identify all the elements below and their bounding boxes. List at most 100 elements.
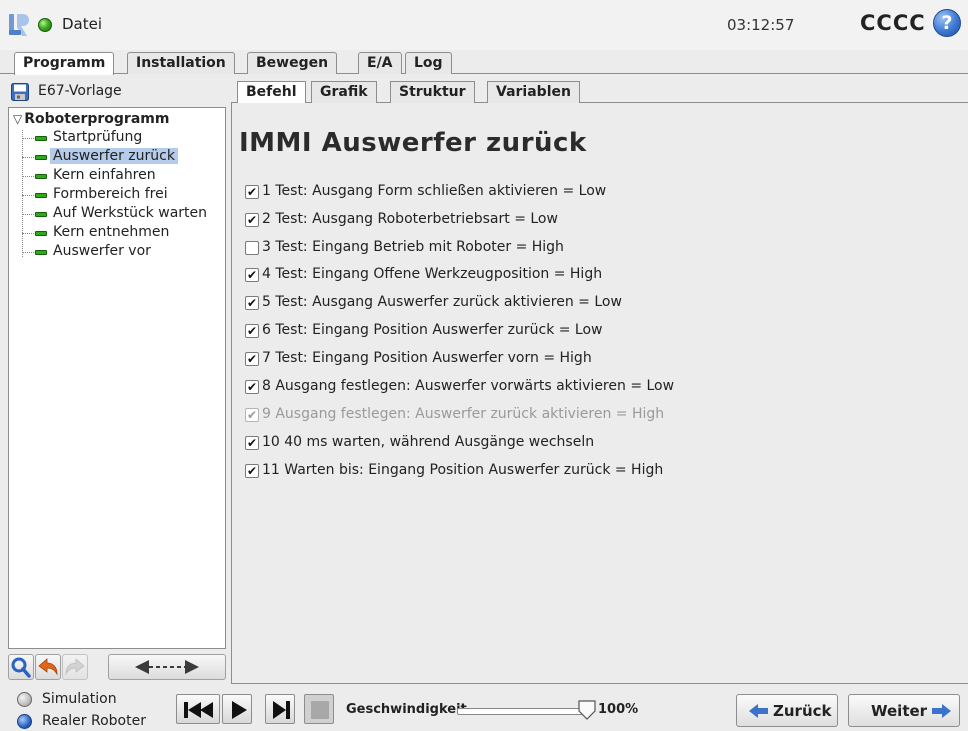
undo-button[interactable] — [35, 654, 61, 680]
tree-connector — [22, 195, 34, 196]
tree-root[interactable]: ▽ Roboterprogramm — [13, 111, 169, 127]
rewind-button[interactable] — [176, 694, 220, 724]
command-line-text: 1 Test: Ausgang Form schließen aktiviere… — [262, 183, 607, 199]
checkbox[interactable]: ✔ — [245, 324, 259, 338]
tree-item-label: Auswerfer vor — [53, 243, 151, 259]
search-icon — [11, 657, 31, 678]
tab-bewegen[interactable]: Bewegen — [247, 52, 338, 74]
tree-item-label: Kern entnehmen — [53, 224, 170, 240]
arrow-right-icon — [932, 704, 951, 718]
checkbox[interactable]: ✔ — [245, 464, 259, 478]
program-tree: ▽ Roboterprogramm Startprüfung Auswerfer … — [8, 107, 226, 649]
tree-connector — [22, 252, 34, 253]
tab-programm[interactable]: Programm — [14, 52, 115, 75]
speed-value: 100% — [598, 702, 639, 717]
robot-name: CCCC — [860, 11, 926, 35]
move-node-button[interactable] — [108, 654, 226, 680]
tree-item-label: Auswerfer zurück — [50, 148, 178, 164]
tree-connector — [22, 233, 34, 234]
tab-struktur[interactable]: Struktur — [390, 81, 475, 103]
checkbox[interactable]: ✔ — [245, 268, 259, 282]
command-line-text: 2 Test: Ausgang Roboterbetriebsart = Low — [262, 211, 558, 227]
checkbox[interactable]: ✔ — [245, 408, 259, 422]
footer-bar: Simulation Realer Roboter Geschwindigkei… — [0, 686, 968, 729]
arrow-left-icon — [749, 704, 768, 718]
undo-arrow-icon — [38, 658, 58, 676]
top-bar: Datei 03:12:57 CCCC ? — [0, 0, 968, 50]
command-line-text: 5 Test: Ausgang Auswerfer zurück aktivie… — [262, 294, 622, 310]
speed-slider-handle-icon[interactable] — [578, 700, 596, 720]
program-node-icon — [35, 155, 47, 160]
command-line-text: 3 Test: Eingang Betrieb mit Roboter = Hi… — [262, 239, 564, 255]
skip-to-start-icon — [184, 702, 213, 718]
help-icon[interactable]: ? — [933, 9, 961, 37]
tab-log[interactable]: Log — [405, 52, 452, 74]
tab-grafik[interactable]: Grafik — [311, 81, 377, 103]
program-tree-panel: E67-Vorlage ▽ Roboterprogramm Startprüfun… — [8, 80, 226, 684]
redo-button[interactable] — [62, 654, 88, 680]
checkbox[interactable]: ✔ — [245, 213, 259, 227]
step-forward-icon — [273, 701, 290, 719]
tree-item-label: Startprüfung — [53, 129, 143, 145]
clock: 03:12:57 — [727, 16, 795, 34]
tab-installation[interactable]: Installation — [127, 52, 235, 74]
back-label: Zurück — [773, 702, 832, 720]
program-node-icon — [35, 250, 47, 255]
checkbox[interactable] — [245, 241, 259, 255]
tree-connector — [22, 214, 34, 215]
checkbox[interactable]: ✔ — [245, 296, 259, 310]
tree-connector — [22, 176, 34, 177]
radio-button[interactable] — [17, 692, 32, 707]
command-panel: IMMI Auswerfer zurück ✔ 1 Test: Ausgang … — [231, 103, 968, 684]
program-node-icon — [35, 174, 47, 179]
checkbox[interactable]: ✔ — [245, 185, 259, 199]
program-node-icon — [35, 193, 47, 198]
command-line-text: 4 Test: Eingang Offene Werkzeugposition … — [262, 266, 603, 282]
checkbox[interactable]: ✔ — [245, 436, 259, 450]
move-left-right-icon — [135, 660, 199, 674]
tree-item-label: Kern einfahren — [53, 167, 156, 183]
tree-connector — [22, 157, 34, 158]
tree-toolbar — [8, 652, 226, 682]
program-node-icon — [35, 136, 47, 141]
tree-item-label: Formbereich frei — [53, 186, 168, 202]
tab-variablen[interactable]: Variablen — [487, 81, 580, 103]
expand-triangle-icon[interactable]: ▽ — [13, 112, 22, 126]
program-name: E67-Vorlage — [38, 83, 122, 99]
speed-slider[interactable] — [457, 708, 585, 715]
tab-befehl[interactable]: Befehl — [237, 81, 306, 104]
command-tab-bar: Befehl Grafik Struktur Variablen — [231, 81, 968, 104]
play-icon — [232, 701, 247, 719]
program-node-icon — [35, 231, 47, 236]
redo-arrow-icon — [65, 658, 85, 676]
program-header: E67-Vorlage — [8, 80, 226, 104]
ur-logo-icon — [9, 14, 29, 36]
save-program-icon[interactable] — [11, 83, 29, 101]
main-tab-bar: Programm Installation Bewegen E/A Log — [0, 50, 968, 75]
node-title: IMMI Auswerfer zurück — [239, 128, 587, 158]
command-line-text: 7 Test: Eingang Position Auswerfer vorn … — [262, 350, 592, 366]
checkbox[interactable]: ✔ — [245, 352, 259, 366]
stop-icon — [311, 701, 329, 719]
tree-item-label: Auf Werkstück warten — [53, 205, 207, 221]
next-button[interactable]: Weiter — [848, 694, 960, 727]
tree-connector — [22, 130, 23, 257]
command-line-text: 8 Ausgang festlegen: Auswerfer vorwärts … — [262, 378, 675, 394]
robot-status-icon — [38, 18, 52, 32]
step-button[interactable] — [265, 694, 295, 724]
tree-connector — [22, 138, 34, 139]
checkbox[interactable]: ✔ — [245, 380, 259, 394]
next-label: Weiter — [871, 702, 928, 720]
program-node-icon — [35, 212, 47, 217]
stop-button[interactable] — [304, 694, 334, 724]
command-line-text: 10 40 ms warten, während Ausgänge wechse… — [262, 434, 595, 450]
command-line-text: 6 Test: Eingang Position Auswerfer zurüc… — [262, 322, 603, 338]
play-button[interactable] — [222, 694, 252, 724]
speed-label: Geschwindigkeit — [346, 702, 467, 717]
back-button[interactable]: Zurück — [736, 694, 838, 727]
mode-label: Simulation — [42, 691, 117, 707]
search-button[interactable] — [8, 654, 34, 680]
file-menu[interactable]: Datei — [62, 15, 102, 33]
command-line-text: 11 Warten bis: Eingang Position Auswerfe… — [262, 462, 664, 478]
tab-ea[interactable]: E/A — [358, 52, 402, 74]
